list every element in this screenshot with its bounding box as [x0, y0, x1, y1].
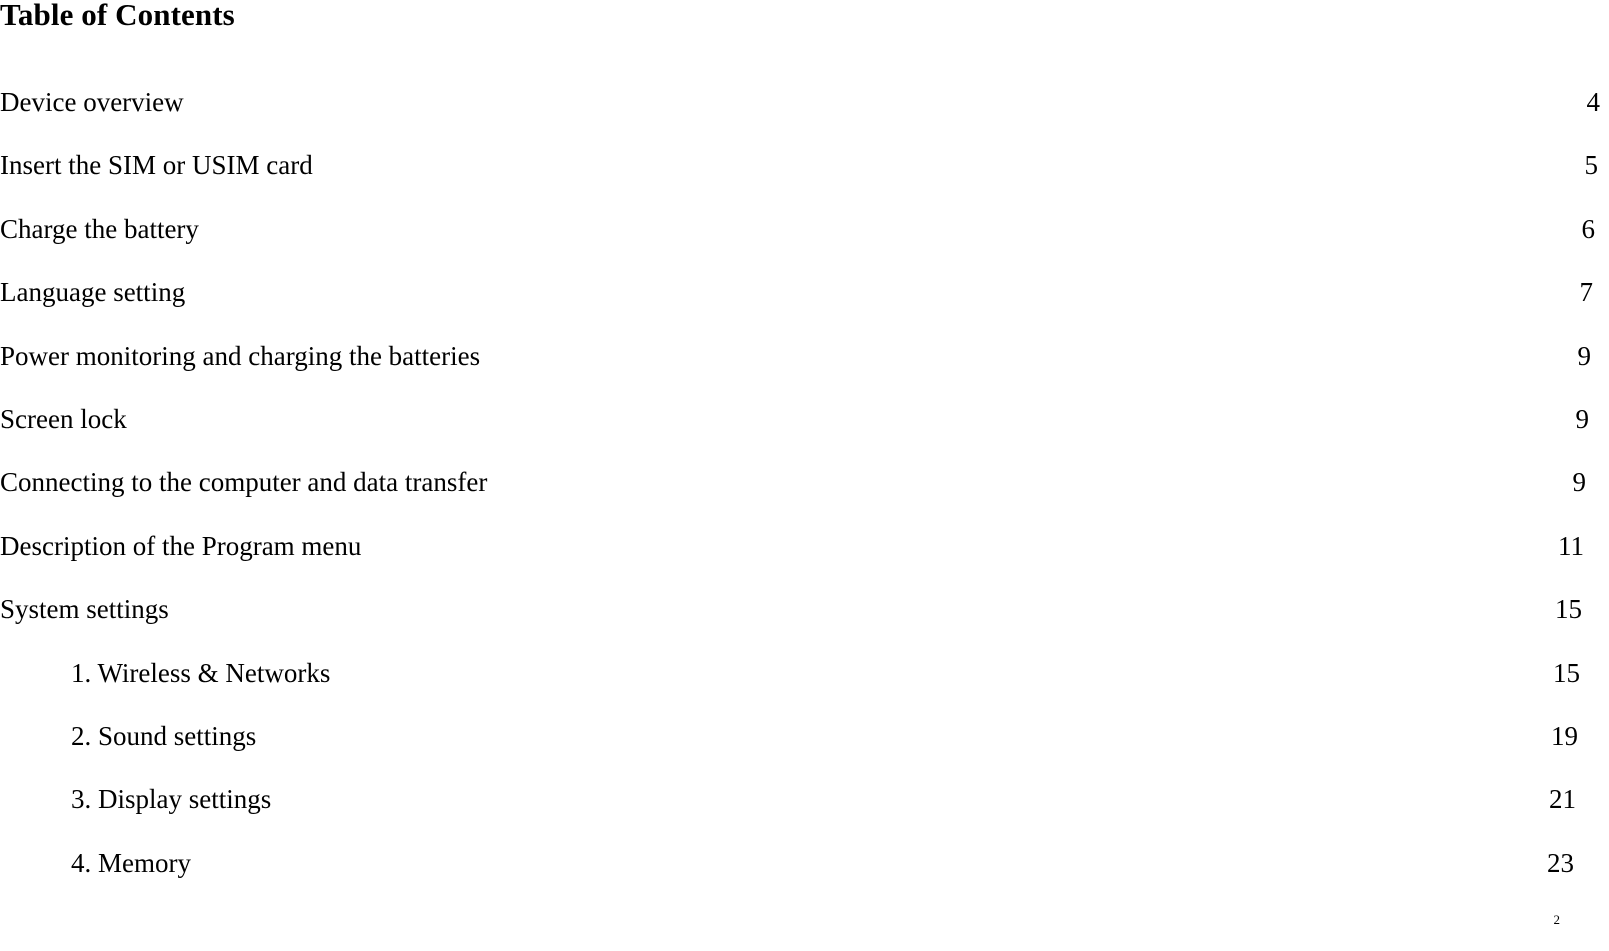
toc-entry-label: System settings [0, 594, 169, 625]
toc-entry-label: Connecting to the computer and data tran… [0, 467, 488, 498]
toc-entry-page-number: 5 [1584, 150, 1599, 181]
toc-entry-page-number: 23 [1547, 847, 1574, 878]
toc-entry[interactable]: Description of the Program menu 11 [0, 529, 1609, 592]
footer-page-number: 2 [1553, 912, 1561, 927]
page-title: Table of Contents [0, 0, 235, 32]
toc-entry[interactable]: Connecting to the computer and data tran… [0, 465, 1609, 528]
table-of-contents-list: Device overview 4 Insert the SIM or USIM c… [0, 85, 1609, 909]
toc-entry-page-number: 15 [1553, 657, 1580, 688]
toc-entry[interactable]: 2. Sound settings 19 [0, 719, 1609, 782]
toc-entry-page-number: 21 [1549, 784, 1576, 815]
toc-entry-page-number: 15 [1555, 594, 1582, 625]
toc-entry-page-number: 9 [1577, 340, 1592, 371]
toc-entry-label: 2. Sound settings [71, 720, 257, 751]
toc-entry[interactable]: Device overview 4 [0, 85, 1609, 148]
toc-entry-label: Insert the SIM or USIM card [0, 150, 313, 181]
toc-entry[interactable]: Charge the battery 6 [0, 212, 1609, 275]
toc-entry[interactable]: Insert the SIM or USIM card 5 [0, 148, 1609, 211]
toc-entry-page-number: 11 [1558, 530, 1584, 561]
toc-entry-label: Device overview [0, 87, 184, 117]
toc-entry-label: Language setting [0, 277, 186, 308]
toc-entry-label: Power monitoring and charging the batter… [0, 340, 481, 371]
toc-entry-label: Description of the Program menu [0, 530, 362, 561]
document-page: Table of Contents Device overview 4 Insert… [0, 0, 1609, 951]
toc-entry-page-number: 7 [1579, 277, 1594, 308]
toc-entry-page-number: 19 [1551, 720, 1578, 751]
toc-entry[interactable]: 3. Display settings 21 [0, 782, 1609, 845]
toc-entry[interactable]: Screen lock 9 [0, 402, 1609, 465]
toc-entry-page-number: 6 [1581, 213, 1596, 244]
toc-entry-label: 3. Display settings [71, 784, 272, 815]
toc-entry[interactable]: System settings 15 [0, 592, 1609, 655]
toc-entry[interactable]: 4. Memory 23 [0, 846, 1609, 909]
toc-entry[interactable]: Power monitoring and charging the batter… [0, 339, 1609, 402]
toc-entry-page-number: 9 [1575, 403, 1590, 434]
toc-entry-page-number: 9 [1572, 467, 1587, 498]
toc-entry[interactable]: Language setting 7 [0, 275, 1609, 338]
toc-entry-label: 1. Wireless & Networks [71, 657, 331, 688]
toc-entry[interactable]: 1. Wireless & Networks 15 [0, 656, 1609, 719]
toc-entry-label: Charge the battery [0, 213, 199, 244]
toc-entry-label: Screen lock [0, 403, 127, 434]
toc-entry-page-number: 4 [1586, 87, 1601, 117]
toc-entry-label: 4. Memory [71, 847, 191, 878]
